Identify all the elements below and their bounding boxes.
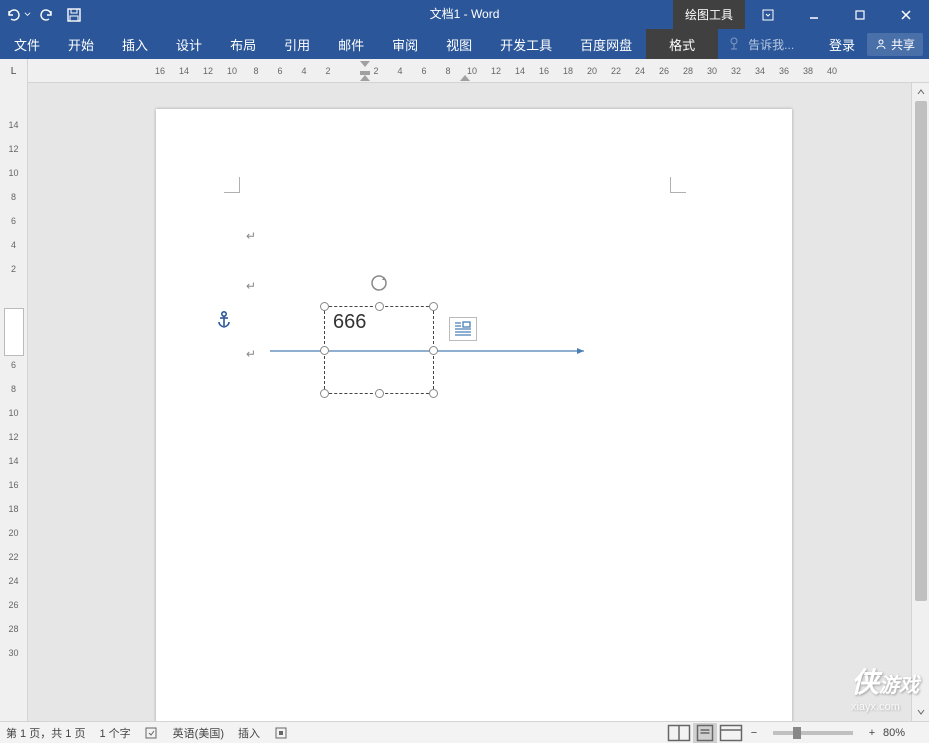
tab-mailings[interactable]: 邮件 <box>324 29 378 59</box>
title-bar: 文档1 - Word 绘图工具 <box>0 0 929 29</box>
zoom-slider[interactable] <box>773 731 853 735</box>
insert-mode[interactable]: 插入 <box>238 725 260 741</box>
resize-handle-n[interactable] <box>375 302 384 311</box>
horizontal-ruler[interactable]: 1614121086422468101214161820222426283032… <box>28 59 929 82</box>
margin-corner-tr <box>670 177 686 193</box>
tab-layout[interactable]: 布局 <box>216 29 270 59</box>
scroll-down-button[interactable] <box>912 703 929 721</box>
resize-handle-ne[interactable] <box>429 302 438 311</box>
macro-icon[interactable] <box>274 726 288 740</box>
tab-references[interactable]: 引用 <box>270 29 324 59</box>
page-container[interactable]: ↵ ↵ ↵ 666 <box>28 83 911 721</box>
web-layout-button[interactable] <box>719 723 743 743</box>
tab-format[interactable]: 格式 <box>646 29 718 59</box>
tab-file[interactable]: 文件 <box>0 29 54 59</box>
paragraph-mark: ↵ <box>246 229 256 243</box>
maximize-button[interactable] <box>837 0 883 29</box>
word-count[interactable]: 1 个字 <box>99 725 130 741</box>
print-layout-button[interactable] <box>693 723 717 743</box>
indent-marker[interactable] <box>360 61 370 82</box>
ribbon-options-button[interactable] <box>745 0 791 29</box>
page-indicator[interactable]: 第 1 页，共 1 页 <box>6 725 85 741</box>
margin-corner-tl <box>224 177 240 193</box>
zoom-slider-thumb[interactable] <box>793 727 801 739</box>
object-anchor-icon <box>216 311 232 334</box>
zoom-in-button[interactable]: + <box>863 727 881 739</box>
minimize-button[interactable] <box>791 0 837 29</box>
zoom-level[interactable]: 80% <box>883 727 923 739</box>
undo-button[interactable] <box>4 0 32 29</box>
vertical-scrollbar[interactable] <box>911 83 929 721</box>
tell-me-search[interactable]: 告诉我... <box>718 29 804 59</box>
resize-handle-sw[interactable] <box>320 389 329 398</box>
tab-home[interactable]: 开始 <box>54 29 108 59</box>
close-button[interactable] <box>883 0 929 29</box>
document-area: 141210864224681012141618202224262830 ↵ ↵… <box>0 83 911 721</box>
tell-me-placeholder: 告诉我... <box>748 36 794 53</box>
ruler-area: L 16141210864224681012141618202224262830… <box>0 59 929 83</box>
vertical-ruler[interactable]: 141210864224681012141618202224262830 <box>0 83 28 721</box>
resize-handle-w[interactable] <box>320 346 329 355</box>
quick-access-toolbar <box>0 0 88 29</box>
tab-insert[interactable]: 插入 <box>108 29 162 59</box>
share-button[interactable]: 共享 <box>867 33 923 56</box>
layout-options-button[interactable] <box>449 317 477 341</box>
save-button[interactable] <box>60 0 88 29</box>
login-button[interactable]: 登录 <box>821 35 863 54</box>
page[interactable]: ↵ ↵ ↵ 666 <box>156 109 792 721</box>
right-indent-marker[interactable] <box>460 61 470 82</box>
vruler-active-region <box>4 308 24 356</box>
redo-button[interactable] <box>32 0 60 29</box>
rotate-handle[interactable] <box>369 273 389 298</box>
tab-review[interactable]: 审阅 <box>378 29 432 59</box>
ribbon-tabs: 文件 开始 插入 设计 布局 引用 邮件 审阅 视图 开发工具 百度网盘 格式 … <box>0 29 929 59</box>
text-box-content[interactable]: 666 <box>325 307 433 338</box>
tab-developer[interactable]: 开发工具 <box>486 29 566 59</box>
spell-check-icon[interactable] <box>145 726 159 740</box>
resize-handle-s[interactable] <box>375 389 384 398</box>
scroll-up-button[interactable] <box>912 83 929 101</box>
resize-handle-nw[interactable] <box>320 302 329 311</box>
zoom-out-button[interactable]: − <box>745 727 763 739</box>
read-mode-button[interactable] <box>667 723 691 743</box>
text-box-selected[interactable]: 666 <box>324 306 434 394</box>
scroll-thumb[interactable] <box>915 101 927 601</box>
status-bar: 第 1 页，共 1 页 1 个字 英语(美国) 插入 − + 80% <box>0 721 929 743</box>
contextual-tab-header: 绘图工具 <box>673 0 745 29</box>
tab-selector[interactable]: L <box>0 59 28 83</box>
paragraph-mark: ↵ <box>246 279 256 293</box>
document-title: 文档1 - Word <box>430 0 500 29</box>
tab-design[interactable]: 设计 <box>162 29 216 59</box>
resize-handle-se[interactable] <box>429 389 438 398</box>
resize-handle-e[interactable] <box>429 346 438 355</box>
tab-baidu[interactable]: 百度网盘 <box>566 29 646 59</box>
paragraph-mark: ↵ <box>246 347 256 361</box>
language-indicator[interactable]: 英语(美国) <box>173 725 224 741</box>
tab-view[interactable]: 视图 <box>432 29 486 59</box>
